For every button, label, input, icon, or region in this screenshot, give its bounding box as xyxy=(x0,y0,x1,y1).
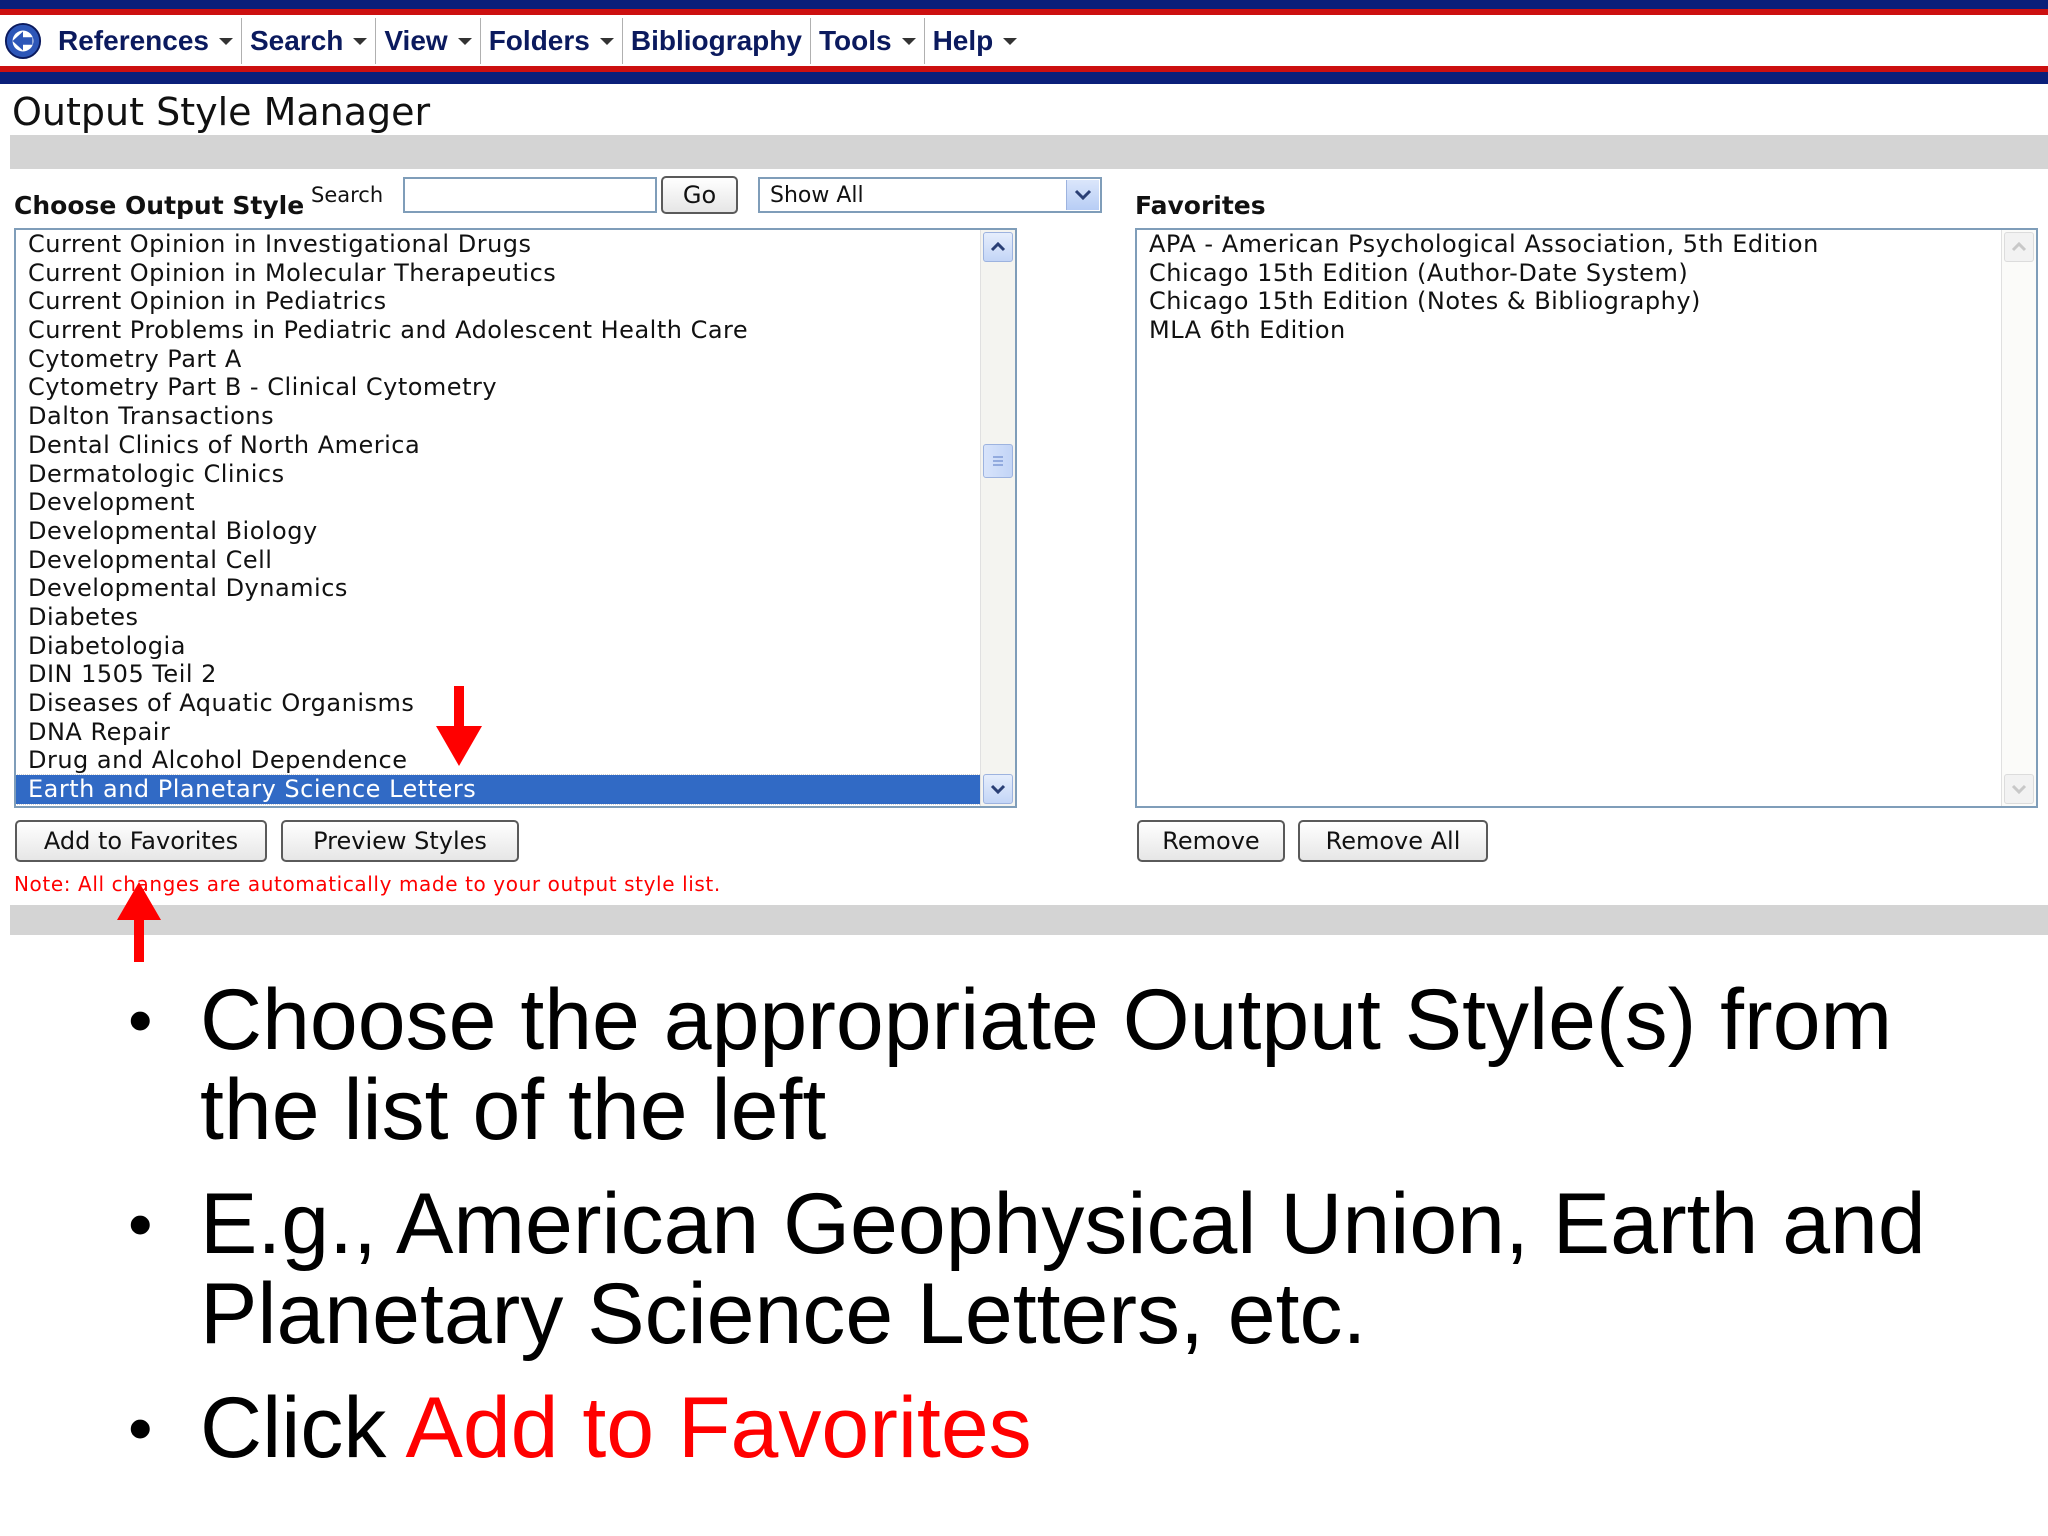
bullet-choose-style: • Choose the appropriate Output Style(s)… xyxy=(128,972,1893,1158)
favorites-list[interactable]: APA - American Psychological Association… xyxy=(1135,228,2038,808)
caret-down-icon xyxy=(599,37,614,45)
menu-stripe xyxy=(0,0,2048,9)
style-list-item[interactable]: Cytometry Part B - Clinical Cytometry xyxy=(16,373,981,402)
menu-tools[interactable]: Tools xyxy=(811,18,925,64)
favorite-list-item[interactable]: Chicago 15th Edition (Notes & Bibliograp… xyxy=(1137,287,2002,316)
caret-down-icon xyxy=(901,37,916,45)
style-list-item[interactable]: Diseases of Aquatic Organisms xyxy=(16,689,981,718)
bullet-dot-icon: • xyxy=(128,981,153,1059)
style-filter-value: Show All xyxy=(770,182,864,208)
menu-stripe xyxy=(0,72,2048,84)
style-list-item[interactable]: Developmental Cell xyxy=(16,546,981,575)
caret-down-icon xyxy=(1003,37,1018,45)
style-list-item[interactable]: Current Opinion in Investigational Drugs xyxy=(16,230,981,259)
add-to-favorites-button[interactable]: Add to Favorites xyxy=(15,820,267,862)
go-button[interactable]: Go xyxy=(661,176,738,214)
style-list-item[interactable]: Drug and Alcohol Dependence xyxy=(16,746,981,775)
scroll-down-button xyxy=(2004,774,2034,804)
remove-button[interactable]: Remove xyxy=(1137,820,1285,862)
menu-search[interactable]: Search xyxy=(242,18,377,64)
style-list-item[interactable]: Dental Clinics of North America xyxy=(16,431,981,460)
panel-footer-bar xyxy=(10,905,2048,935)
caret-down-icon xyxy=(218,37,233,45)
caret-down-icon xyxy=(353,37,368,45)
style-filter-select[interactable]: Show All xyxy=(758,177,1102,213)
scroll-thumb[interactable] xyxy=(983,444,1013,478)
favorites-scrollbar xyxy=(2001,230,2036,806)
style-list-item[interactable]: DIN 1505 Teil 2 xyxy=(16,660,981,689)
output-style-panel: Choose Output Style Search Go Show All C… xyxy=(10,135,2048,935)
scroll-down-button[interactable] xyxy=(983,774,1013,804)
arrow-up-icon xyxy=(117,882,161,962)
style-list-item[interactable]: Current Problems in Pediatric and Adoles… xyxy=(16,316,981,345)
menu-help[interactable]: Help xyxy=(925,18,1026,64)
app-logo-icon[interactable] xyxy=(4,22,42,60)
bullet-click-add: • Click Add to Favorites xyxy=(128,1380,1032,1476)
instruction-bullets: • Choose the appropriate Output Style(s)… xyxy=(120,975,2020,1497)
favorite-list-item[interactable]: MLA 6th Edition xyxy=(1137,316,2002,345)
style-list-item[interactable]: Diabetes xyxy=(16,603,981,632)
style-list-item[interactable]: Current Opinion in Molecular Therapeutic… xyxy=(16,259,981,288)
chevron-down-icon[interactable] xyxy=(1066,180,1099,210)
menu-folders[interactable]: Folders xyxy=(481,18,623,64)
style-list-item[interactable]: Current Opinion in Pediatrics xyxy=(16,287,981,316)
favorites-list-items: APA - American Psychological Association… xyxy=(1137,230,2002,345)
choose-style-heading: Choose Output Style xyxy=(14,191,305,220)
style-list[interactable]: Current Opinion in Investigational Drugs… xyxy=(14,228,1017,808)
style-list-item[interactable]: DNA Repair xyxy=(16,718,981,747)
menu-bibliography[interactable]: Bibliography xyxy=(623,18,811,64)
favorites-heading: Favorites xyxy=(1135,191,1266,220)
bullet-dot-icon: • xyxy=(128,1185,153,1263)
search-input[interactable] xyxy=(403,177,657,213)
bullet-dot-icon: • xyxy=(128,1389,153,1467)
menu-references[interactable]: References xyxy=(50,18,242,64)
style-list-item[interactable]: Cytometry Part A xyxy=(16,345,981,374)
bullet-example: • E.g., American Geophysical Union, Eart… xyxy=(128,1176,1926,1362)
caret-down-icon xyxy=(457,37,472,45)
search-label: Search xyxy=(311,183,384,207)
style-list-item[interactable]: Developmental Biology xyxy=(16,517,981,546)
style-list-items: Current Opinion in Investigational Drugs… xyxy=(16,230,982,805)
preview-styles-button[interactable]: Preview Styles xyxy=(281,820,519,862)
style-list-item[interactable]: Developmental Dynamics xyxy=(16,574,981,603)
menu-bar: References Search View Folders Bibliogra… xyxy=(0,0,2048,84)
style-list-item[interactable]: Diabetologia xyxy=(16,632,981,661)
style-list-scrollbar[interactable] xyxy=(980,230,1015,806)
scroll-up-button[interactable] xyxy=(983,232,1013,262)
menu-view[interactable]: View xyxy=(376,18,481,64)
panel-header-bar xyxy=(10,135,2048,169)
page-title: Output Style Manager xyxy=(12,90,431,134)
menu-stripe xyxy=(0,9,2048,15)
menu-items: References Search View Folders Bibliogra… xyxy=(0,18,1025,64)
style-list-item[interactable]: Development xyxy=(16,488,981,517)
style-list-item[interactable]: Earth and Planetary Science Letters xyxy=(16,774,982,805)
style-list-item[interactable]: Dermatologic Clinics xyxy=(16,460,981,489)
style-list-item[interactable]: Dalton Transactions xyxy=(16,402,981,431)
scroll-up-button xyxy=(2004,232,2034,262)
arrow-down-icon xyxy=(436,686,482,766)
favorite-list-item[interactable]: APA - American Psychological Association… xyxy=(1137,230,2002,259)
favorite-list-item[interactable]: Chicago 15th Edition (Author-Date System… xyxy=(1137,259,2002,288)
remove-all-button[interactable]: Remove All xyxy=(1298,820,1488,862)
